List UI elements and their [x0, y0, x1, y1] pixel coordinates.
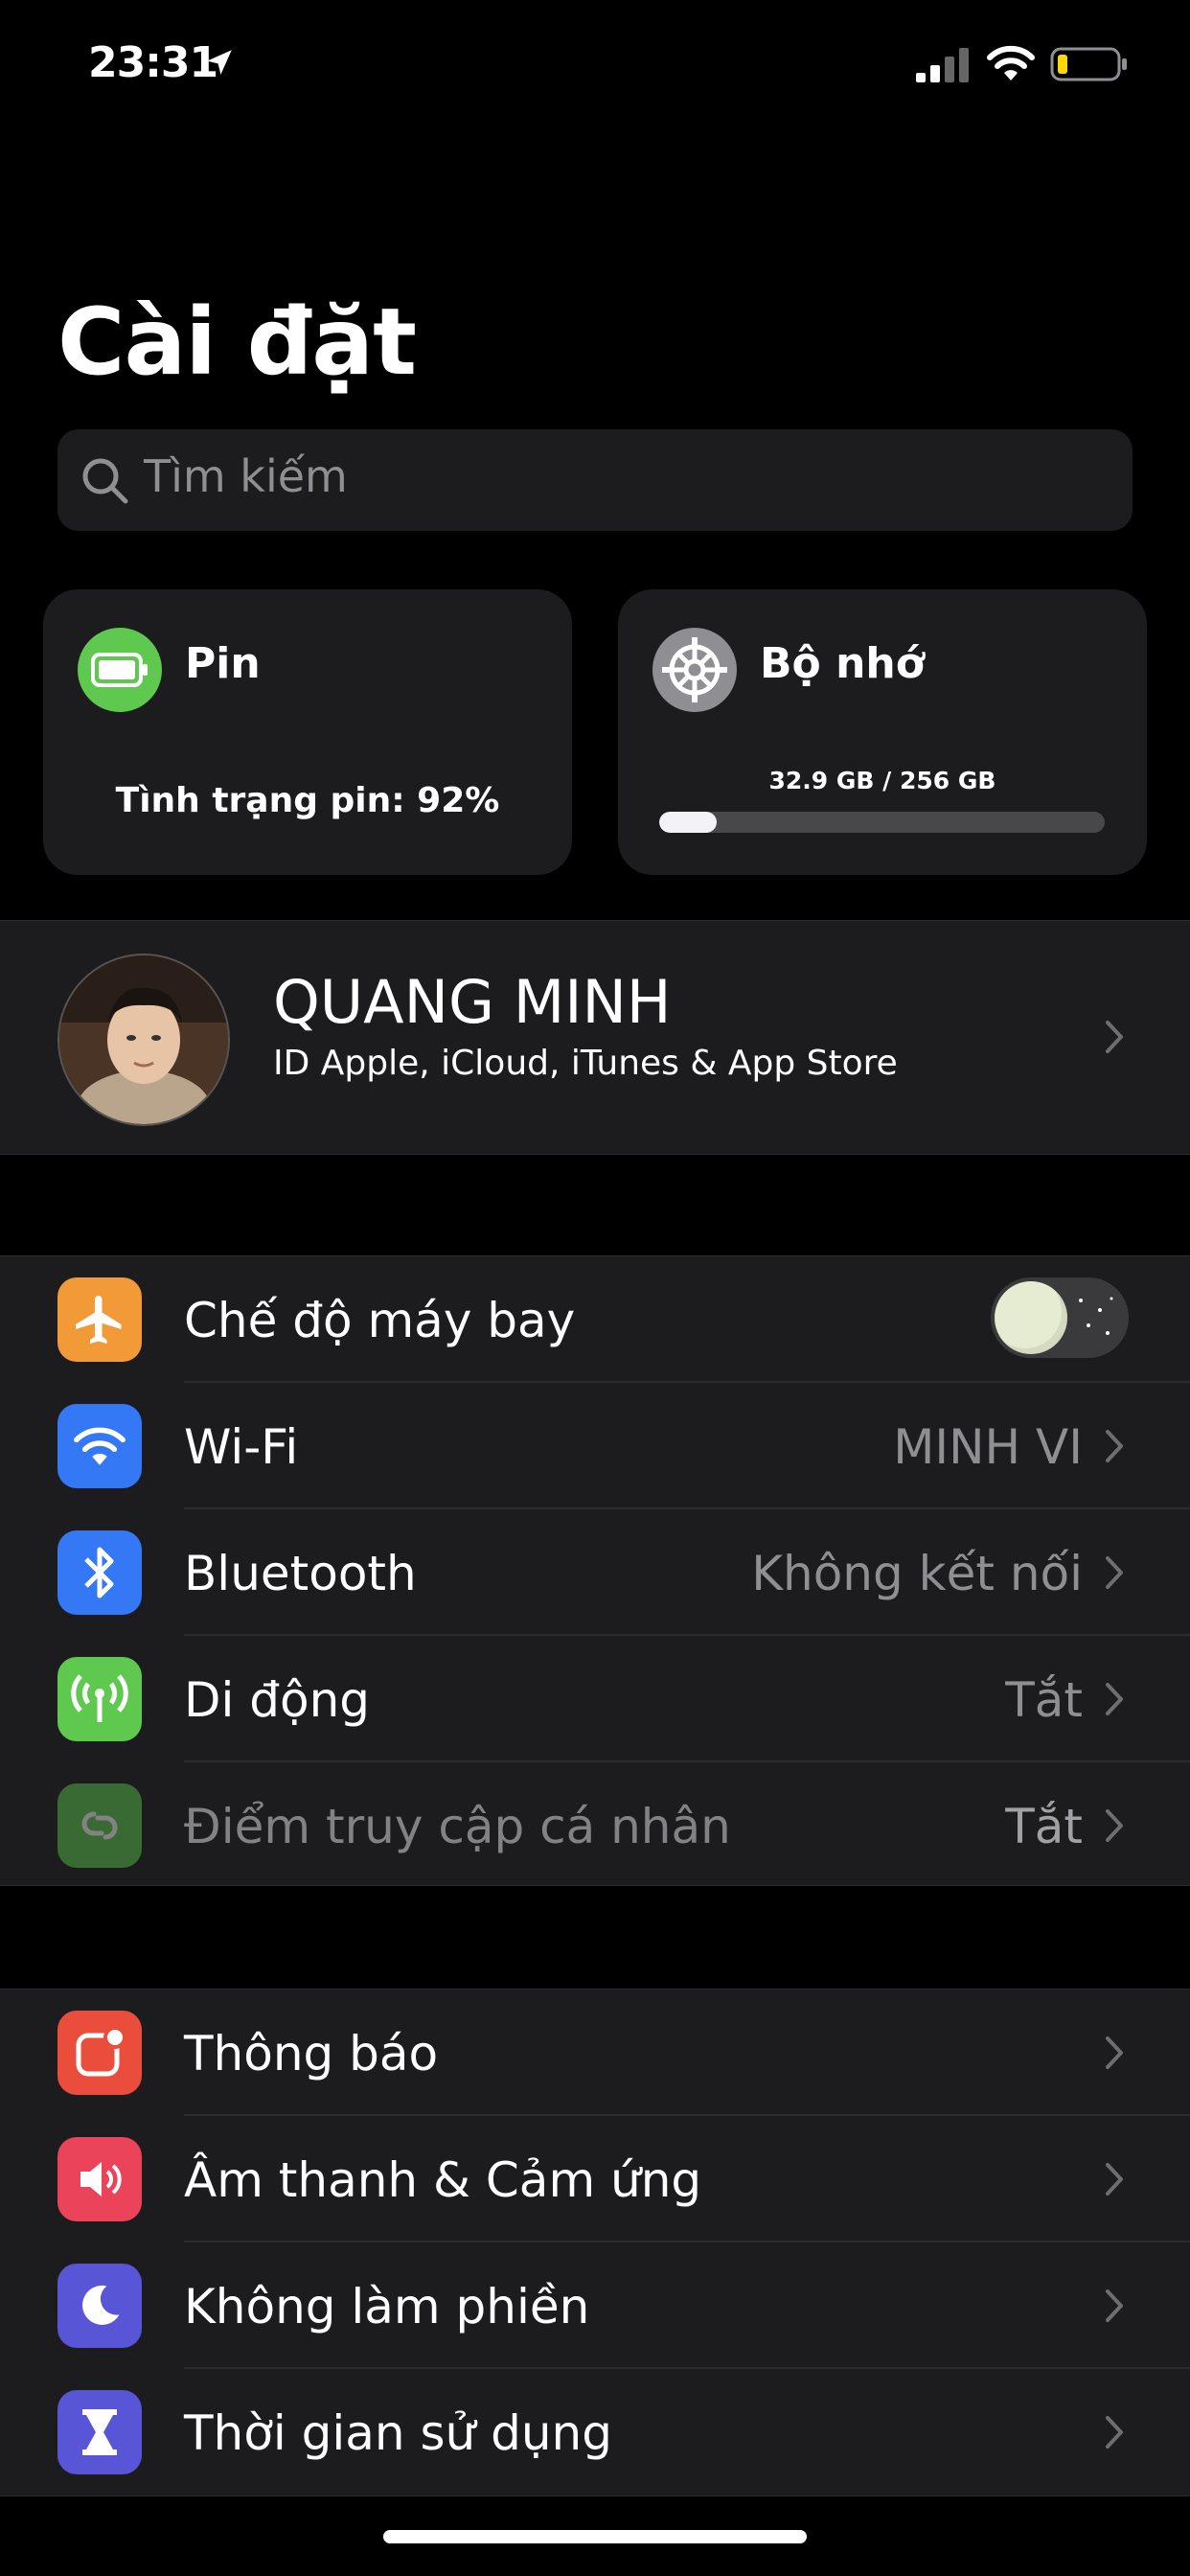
search-bar[interactable]: Tìm kiếm: [57, 429, 1133, 531]
settings-row-personal-hotspot[interactable]: Điểm truy cập cá nhân Tắt: [0, 1762, 1190, 1889]
chevron-right-icon: [1106, 1683, 1123, 1715]
chevron-right-icon: [1106, 2289, 1123, 2322]
row-label: Thông báo: [184, 2026, 439, 2082]
battery-widget[interactable]: Pin Tình trạng pin: 92%: [43, 589, 572, 875]
home-indicator[interactable]: [383, 2530, 807, 2543]
settings-row-bluetooth[interactable]: Bluetooth Không kết nối: [0, 1509, 1190, 1636]
profile-subtitle: ID Apple, iCloud, iTunes & App Store: [273, 1044, 898, 1083]
battery-low-icon: [1050, 47, 1127, 81]
row-value: Không kết nối: [751, 1546, 1083, 1601]
storage-usage-text: 32.9 GB / 256 GB: [768, 767, 996, 794]
toggle-knob: [995, 1281, 1067, 1354]
apple-id-row[interactable]: QUANG MINH ID Apple, iCloud, iTunes & Ap…: [0, 920, 1190, 1155]
wifi-icon: [987, 45, 1035, 80]
storage-progress-bar: [659, 812, 1105, 833]
settings-row-do-not-disturb[interactable]: Không làm phiền: [0, 2242, 1190, 2369]
settings-row-sounds-haptics[interactable]: Âm thanh & Cảm ứng: [0, 2116, 1190, 2242]
storage-widget[interactable]: Bộ nhớ 32.9 GB / 256 GB: [618, 589, 1147, 875]
row-label: Điểm truy cập cá nhân: [184, 1799, 731, 1854]
row-value: Tắt: [1005, 1799, 1083, 1854]
speaker-icon: [57, 2137, 142, 2221]
page-title: Cài đặt: [57, 288, 417, 396]
chevron-right-icon: [1106, 1809, 1123, 1842]
search-icon: [82, 458, 128, 504]
airplane-icon: [57, 1277, 142, 1362]
hourglass-icon: [57, 2390, 142, 2474]
chevron-right-icon: [1106, 2163, 1123, 2196]
settings-row-screen-time[interactable]: Thời gian sử dụng: [0, 2369, 1190, 2496]
row-label: Wi-Fi: [184, 1419, 299, 1475]
row-value: Tắt: [1005, 1672, 1083, 1728]
avatar: [57, 954, 230, 1126]
row-label: Âm thanh & Cảm ứng: [184, 2152, 702, 2208]
chevron-right-icon: [1106, 2416, 1123, 2449]
row-label: Không làm phiền: [184, 2279, 590, 2334]
antenna-icon: [57, 1657, 142, 1741]
storage-progress-fill: [659, 812, 717, 833]
battery-full-icon: [91, 653, 148, 687]
chevron-right-icon: [1106, 1430, 1123, 1462]
battery-widget-title: Pin: [185, 639, 261, 688]
notifications-section: Thông báo Âm thanh & Cảm ứng Không làm p…: [0, 1989, 1190, 2496]
gear-icon: [652, 628, 737, 712]
storage-widget-title: Bộ nhớ: [760, 639, 925, 688]
row-label: Bluetooth: [184, 1546, 417, 1601]
row-label: Thời gian sử dụng: [184, 2405, 612, 2461]
chevron-right-icon: [1106, 2036, 1123, 2069]
cellular-signal-icon: [916, 48, 969, 82]
battery-widget-icon: [78, 628, 162, 712]
search-placeholder: Tìm kiếm: [144, 450, 348, 502]
profile-name: QUANG MINH: [273, 967, 672, 1037]
notification-icon: [57, 2011, 142, 2095]
chevron-right-icon: [1106, 1021, 1123, 1053]
row-value: MINH VI: [893, 1419, 1083, 1475]
status-time: 23:31: [88, 38, 218, 87]
moon-icon: [57, 2264, 142, 2348]
wifi-icon: [57, 1404, 142, 1488]
connectivity-section: Chế độ máy bay Wi-Fi MINH VI Bluetooth K…: [0, 1255, 1190, 1886]
battery-health-text: Tình trạng pin: 92%: [115, 781, 500, 820]
location-arrow-icon: [207, 50, 232, 75]
settings-row-cellular[interactable]: Di động Tắt: [0, 1636, 1190, 1762]
settings-row-airplane-mode[interactable]: Chế độ máy bay: [0, 1256, 1190, 1383]
hotspot-icon: [57, 1783, 142, 1868]
bluetooth-icon: [57, 1530, 142, 1615]
chevron-right-icon: [1106, 1556, 1123, 1589]
settings-row-notifications[interactable]: Thông báo: [0, 1990, 1190, 2116]
stars-decoration: [1079, 1297, 1113, 1335]
row-label: Di động: [184, 1672, 371, 1728]
settings-row-wifi[interactable]: Wi-Fi MINH VI: [0, 1383, 1190, 1509]
row-label: Chế độ máy bay: [184, 1293, 576, 1348]
airplane-mode-toggle[interactable]: [991, 1277, 1129, 1358]
